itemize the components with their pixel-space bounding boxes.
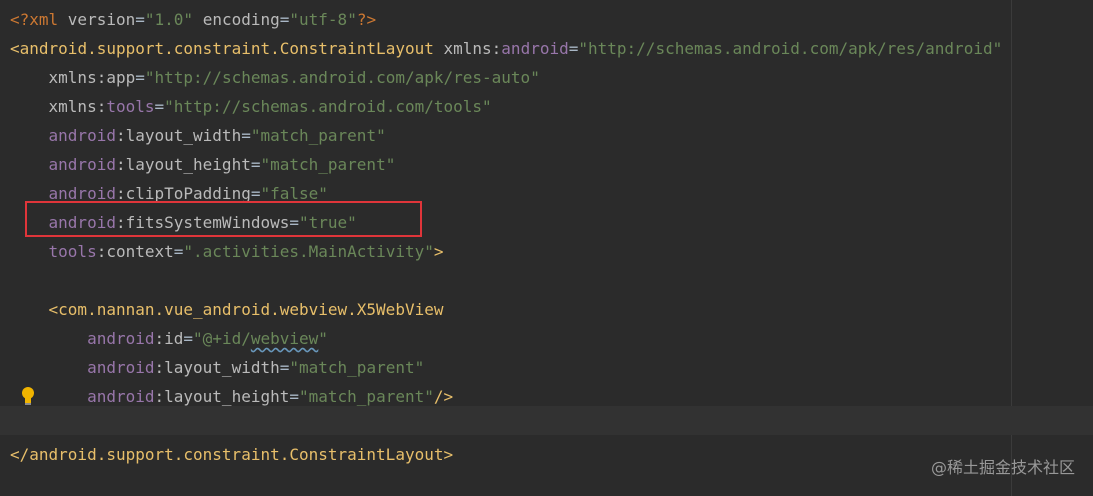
- code-token: xmlns:: [48, 97, 107, 116]
- code-line: android:layout_width="match_parent": [10, 121, 386, 150]
- code-token: "match_parent": [289, 358, 425, 377]
- watermark: @稀土掘金技术社区: [930, 458, 1075, 477]
- code-line: <android.support.constraint.ConstraintLa…: [10, 34, 1002, 63]
- code-token: "match_parent": [299, 387, 434, 406]
- code-token: "utf-8": [289, 10, 357, 29]
- code-token: tools: [48, 242, 97, 261]
- code-token: "http://schemas.android.com/tools": [164, 97, 492, 116]
- code-token: xmlns:: [433, 39, 502, 58]
- code-line: tools:context=".activities.MainActivity"…: [10, 237, 444, 266]
- code-token: version: [67, 10, 136, 29]
- code-token: =: [154, 97, 165, 116]
- code-token: encoding: [202, 10, 280, 29]
- code-token: =: [279, 358, 290, 377]
- code-token: android: [87, 329, 155, 348]
- code-line: android:layout_height="match_parent"/>: [10, 382, 453, 411]
- code-token: :layout_height: [154, 387, 290, 406]
- code-token: "match_parent": [260, 155, 396, 174]
- code-token: webview: [250, 329, 319, 348]
- code-token: ".activities.MainActivity": [183, 242, 434, 261]
- code-line: xmlns:app="http://schemas.android.com/ap…: [10, 63, 540, 92]
- code-token: :layout_width: [115, 126, 242, 145]
- code-token: =: [173, 242, 184, 261]
- code-line: android:id="@+id/webview": [10, 324, 328, 353]
- code-line: <com.nannan.vue_android.webview.X5WebVie…: [10, 295, 444, 324]
- code-token: android: [87, 387, 155, 406]
- code-token: xmlns:app: [48, 68, 136, 87]
- code-token: "match_parent": [250, 126, 386, 145]
- code-token: :layout_width: [154, 358, 280, 377]
- code-token: =: [241, 126, 251, 145]
- code-token: <com.nannan.vue_android.webview.X5WebVie…: [48, 300, 444, 319]
- code-token: =: [279, 10, 290, 29]
- code-token: ?>: [356, 10, 377, 29]
- code-line: android:layout_width="match_parent": [10, 353, 424, 382]
- code-token: =: [289, 387, 299, 406]
- code-line: </android.support.constraint.ConstraintL…: [10, 440, 453, 469]
- code-token: =: [135, 10, 145, 29]
- code-token: :layout_height: [115, 155, 251, 174]
- code-token: tools: [106, 97, 155, 116]
- code-token: "http://schemas.android.com/apk/res-auto…: [144, 68, 540, 87]
- code-token: android: [48, 155, 116, 174]
- code-token: "@+id/: [193, 329, 251, 348]
- code-token: =: [183, 329, 194, 348]
- code-line: android:layout_height="match_parent": [10, 150, 396, 179]
- code-token: android: [501, 39, 569, 58]
- code-token: >: [433, 242, 444, 261]
- code-token: :id: [154, 329, 184, 348]
- code-token: <?xml: [10, 10, 68, 29]
- code-token: />: [433, 387, 454, 406]
- code-token: =: [135, 68, 145, 87]
- code-token: android: [48, 126, 116, 145]
- annotation-highlight-box: [25, 201, 422, 237]
- code-token: =: [568, 39, 579, 58]
- code-line: <?xml version="1.0" encoding="utf-8"?>: [10, 5, 376, 34]
- code-token: "1.0": [144, 10, 194, 29]
- code-token: android: [87, 358, 155, 377]
- code-token: "http://schemas.android.com/apk/res/andr…: [578, 39, 1003, 58]
- code-token: :context: [96, 242, 174, 261]
- code-token: <: [10, 39, 20, 58]
- code-token: </android.support.constraint.ConstraintL…: [10, 445, 454, 464]
- code-token: ": [318, 329, 328, 348]
- lightbulb-icon[interactable]: [20, 386, 36, 406]
- code-line: xmlns:tools="http://schemas.android.com/…: [10, 92, 492, 121]
- code-token: android.support.constraint.ConstraintLay…: [19, 39, 434, 58]
- code-editor[interactable]: <?xml version="1.0" encoding="utf-8"?> <a…: [0, 0, 1093, 496]
